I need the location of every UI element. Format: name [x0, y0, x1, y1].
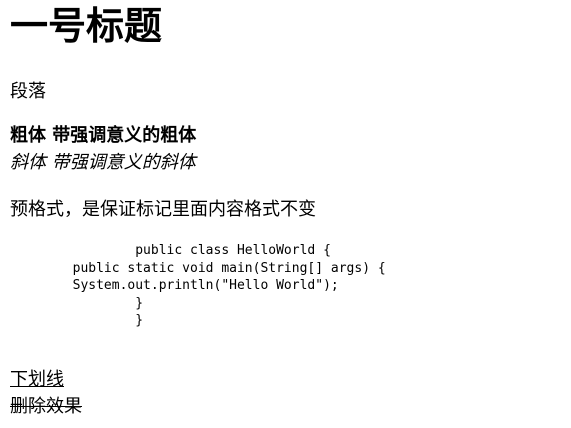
bold-text: 粗体 带强调意义的粗体: [10, 125, 197, 146]
code-block: public class HelloWorld { public static …: [10, 242, 386, 330]
paragraph-text: 段落: [10, 81, 46, 102]
code-line: public static void main(String[] args) {: [10, 260, 386, 276]
code-line: }: [10, 295, 144, 311]
page-title: 一号标题: [10, 4, 163, 48]
code-line: public class HelloWorld {: [10, 243, 331, 258]
code-line: }: [10, 313, 144, 328]
italic-text: 斜体 带强调意义的斜体: [10, 152, 196, 173]
page: 一号标题 段落 粗体 带强调意义的粗体 斜体 带强调意义的斜体 预格式，是保证标…: [0, 0, 571, 428]
strikethrough-text: 删除效果: [10, 396, 82, 417]
code-line: System.out.println("Hello World");: [10, 278, 339, 293]
preformatted-label: 预格式，是保证标记里面内容格式不变: [10, 199, 316, 220]
underline-text: 下划线: [10, 369, 64, 390]
